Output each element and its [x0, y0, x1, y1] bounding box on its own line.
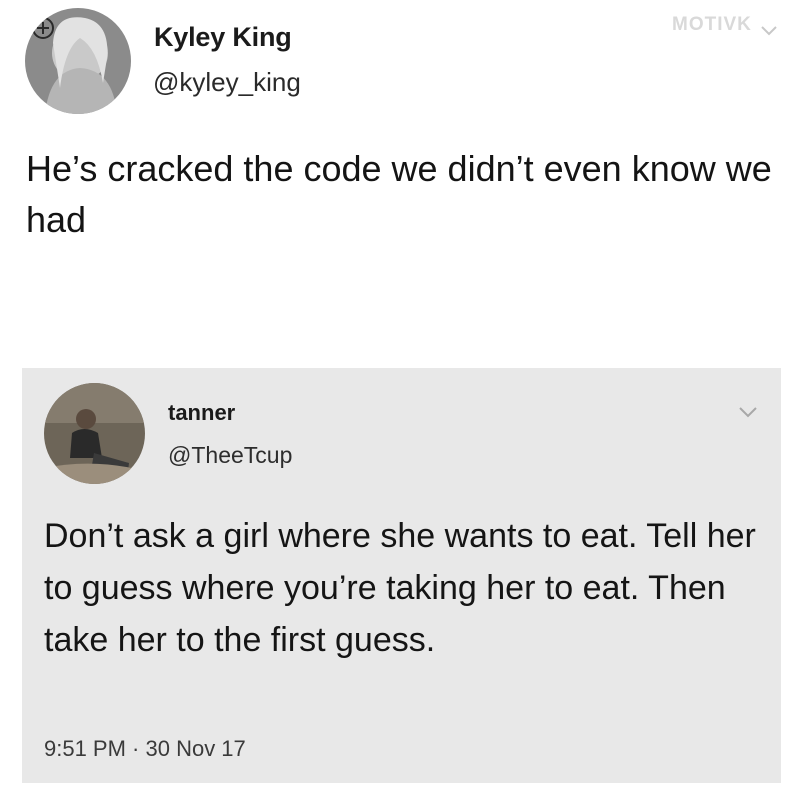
- timestamp[interactable]: 9:51 PM · 30 Nov 17: [44, 736, 246, 762]
- avatar-image: [25, 8, 131, 114]
- top-tweet: Kyley King @kyley_king MOTIVK He’s crack…: [0, 0, 800, 370]
- user-handle[interactable]: @TheeTcup: [168, 442, 292, 469]
- avatar-image: [44, 383, 145, 484]
- tweet-text: Don’t ask a girl where she wants to eat.…: [44, 517, 756, 659]
- user-handle[interactable]: @kyley_king: [153, 67, 301, 98]
- chevron-down-icon[interactable]: [738, 406, 758, 418]
- avatar[interactable]: [25, 8, 131, 114]
- avatar[interactable]: [44, 383, 145, 484]
- display-name[interactable]: Kyley King: [154, 22, 292, 53]
- display-name[interactable]: tanner: [168, 400, 235, 426]
- chevron-down-icon[interactable]: [760, 25, 778, 37]
- watermark: MOTIVK: [672, 14, 752, 35]
- tweet-text: He’s cracked the code we didn’t even kno…: [26, 148, 772, 240]
- quoted-tweet-card[interactable]: tanner @TheeTcup Don’t ask a girl where …: [22, 368, 781, 783]
